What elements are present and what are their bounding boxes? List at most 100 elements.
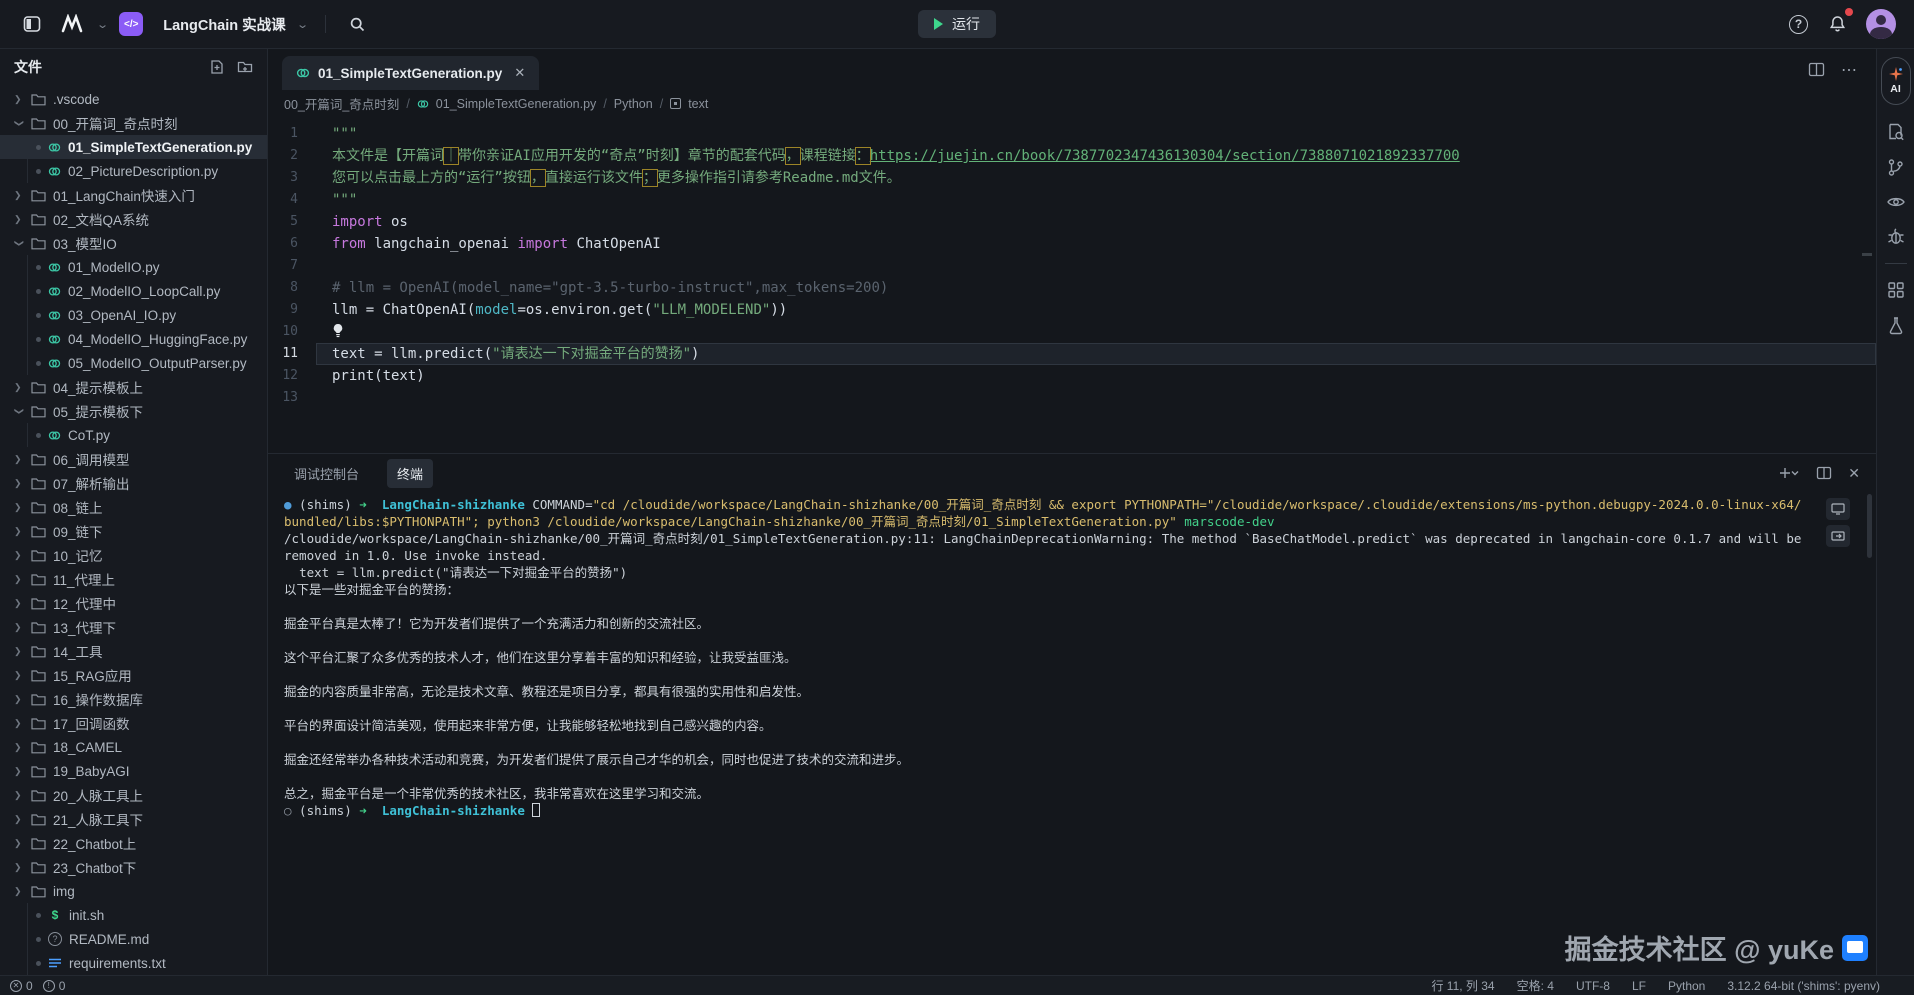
close-icon[interactable]: ✕ <box>514 65 525 81</box>
indent-setting[interactable]: 空格: 4 <box>1517 977 1554 994</box>
chevron-right-icon[interactable]: ❯ <box>14 478 24 489</box>
avatar[interactable] <box>1866 9 1896 39</box>
chevron-right-icon[interactable]: ❯ <box>14 550 24 561</box>
warnings-badge[interactable]: ! 0 <box>43 979 66 993</box>
tree-folder[interactable]: ❯img <box>0 879 267 903</box>
code-line[interactable]: 12print(text) <box>268 365 1876 387</box>
tab-terminal[interactable]: 终端 <box>387 459 433 488</box>
chevron-right-icon[interactable]: ❯ <box>14 670 24 681</box>
search-icon[interactable] <box>344 10 372 38</box>
tree-file[interactable]: 04_ModelIO_HuggingFace.py <box>0 327 267 351</box>
code-line[interactable]: 5import os <box>268 211 1876 233</box>
tree-file[interactable]: requirements.txt <box>0 951 267 975</box>
cursor-position[interactable]: 行 11, 列 34 <box>1431 977 1494 994</box>
tree-folder[interactable]: ❯20_人脉工具上 <box>0 783 267 807</box>
tree-folder[interactable]: ❯03_模型IO <box>0 231 267 255</box>
screen-mode-icon[interactable] <box>1826 498 1850 520</box>
code-line[interactable]: 3您可以点击最上方的“运行”按钮，直接运行该文件；更多操作指引请参考Readme… <box>268 167 1876 189</box>
tree-file[interactable]: 05_ModelIO_OutputParser.py <box>0 351 267 375</box>
code-editor[interactable]: 1"""2本文件是【开篇词｜带你亲证AI应用开发的“奇点”时刻】章节的配套代码，… <box>268 117 1876 453</box>
chevron-right-icon[interactable]: ❯ <box>14 598 24 609</box>
breadcrumb-symbol[interactable]: text <box>688 97 708 111</box>
chevron-right-icon[interactable]: ❯ <box>14 766 24 777</box>
tree-file[interactable]: 01_SimpleTextGeneration.py <box>0 135 267 159</box>
chevron-right-icon[interactable]: ❯ <box>14 718 24 729</box>
python-interpreter[interactable]: 3.12.2 64-bit ('shims': pyenv) <box>1727 979 1880 993</box>
tree-file[interactable]: $init.sh <box>0 903 267 927</box>
chevron-right-icon[interactable]: ❯ <box>14 694 24 705</box>
breadcrumb-folder[interactable]: 00_开篇词_奇点时刻 <box>284 94 399 113</box>
chevron-right-icon[interactable]: ❯ <box>14 574 24 585</box>
chevron-right-icon[interactable]: ❯ <box>14 814 24 825</box>
tree-file[interactable]: 02_PictureDescription.py <box>0 159 267 183</box>
tree-folder[interactable]: ❯10_记忆 <box>0 543 267 567</box>
chevron-right-icon[interactable]: ❯ <box>14 742 24 753</box>
tree-folder[interactable]: ❯.vscode <box>0 87 267 111</box>
terminal-scrollbar[interactable] <box>1867 494 1872 558</box>
chevron-right-icon[interactable]: ❯ <box>14 526 24 537</box>
help-icon[interactable]: ? <box>1789 15 1808 34</box>
ai-assistant-icon[interactable]: AI <box>1881 57 1911 105</box>
chevron-down-icon[interactable]: ⌄ <box>296 18 309 31</box>
chevron-down-icon[interactable]: ❯ <box>14 407 25 417</box>
tree-folder[interactable]: ❯13_代理下 <box>0 615 267 639</box>
eol-setting[interactable]: LF <box>1632 979 1646 993</box>
split-terminal-icon[interactable] <box>1816 466 1832 480</box>
lightbulb-icon[interactable] <box>332 323 344 345</box>
layout-toggle-icon[interactable] <box>18 10 46 38</box>
chevron-right-icon[interactable]: ❯ <box>14 838 24 849</box>
code-line[interactable]: 6from langchain_openai import ChatOpenAI <box>268 233 1876 255</box>
code-line[interactable]: 11text = llm.predict("请表达一下对掘金平台的赞扬") <box>268 343 1876 365</box>
code-line[interactable]: 13 <box>268 387 1876 409</box>
language-mode[interactable]: Python <box>1668 979 1705 993</box>
chevron-right-icon[interactable]: ❯ <box>14 382 24 393</box>
encoding[interactable]: UTF-8 <box>1576 979 1610 993</box>
tree-folder[interactable]: ❯19_BabyAGI <box>0 759 267 783</box>
code-link[interactable]: https://juejin.cn/book/73877023474361303… <box>870 148 1460 164</box>
split-editor-icon[interactable] <box>1808 62 1825 77</box>
preview-eye-icon[interactable] <box>1886 194 1906 210</box>
marscode-logo[interactable] <box>58 10 86 38</box>
chevron-down-icon[interactable]: ❯ <box>14 119 25 129</box>
chevron-right-icon[interactable]: ❯ <box>14 622 24 633</box>
code-line[interactable]: 2本文件是【开篇词｜带你亲证AI应用开发的“奇点”时刻】章节的配套代码，课程链接… <box>268 145 1876 167</box>
chevron-down-icon[interactable]: ❯ <box>14 239 25 249</box>
breadcrumb-language[interactable]: Python <box>614 97 653 111</box>
scrollbar-marker[interactable] <box>1862 253 1872 256</box>
new-file-icon[interactable] <box>209 59 225 75</box>
file-tree[interactable]: ❯.vscode❯00_开篇词_奇点时刻01_SimpleTextGenerat… <box>0 85 267 975</box>
chevron-right-icon[interactable]: ❯ <box>14 646 24 657</box>
errors-badge[interactable]: ✕ 0 <box>10 979 33 993</box>
git-branch-icon[interactable] <box>1886 158 1905 177</box>
tree-folder[interactable]: ❯05_提示模板下 <box>0 399 267 423</box>
chevron-right-icon[interactable]: ❯ <box>14 94 24 105</box>
tree-file[interactable]: 03_OpenAI_IO.py <box>0 303 267 327</box>
test-flask-icon[interactable] <box>1887 316 1905 335</box>
tree-folder[interactable]: ❯06_调用模型 <box>0 447 267 471</box>
tree-folder[interactable]: ❯23_Chatbot下 <box>0 855 267 879</box>
more-actions-icon[interactable]: ⋯ <box>1841 60 1858 80</box>
tree-folder[interactable]: ❯02_文档QA系统 <box>0 207 267 231</box>
close-panel-icon[interactable]: ✕ <box>1848 465 1860 482</box>
terminal-output[interactable]: ● (shims) ➜ LangChain-shizhanke COMMAND=… <box>268 492 1876 975</box>
debug-bug-icon[interactable] <box>1887 227 1905 246</box>
tree-folder[interactable]: ❯18_CAMEL <box>0 735 267 759</box>
chevron-down-icon[interactable]: ⌄ <box>96 18 109 31</box>
tree-folder[interactable]: ❯01_LangChain快速入门 <box>0 183 267 207</box>
new-terminal-icon[interactable] <box>1778 466 1800 480</box>
editor-tab[interactable]: 01_SimpleTextGeneration.py ✕ <box>282 56 539 90</box>
tree-file[interactable]: 01_ModelIO.py <box>0 255 267 279</box>
chevron-right-icon[interactable]: ❯ <box>14 502 24 513</box>
notifications-bell-icon[interactable] <box>1823 10 1851 38</box>
code-line[interactable]: 1""" <box>268 123 1876 145</box>
tree-folder[interactable]: ❯16_操作数据库 <box>0 687 267 711</box>
tree-folder[interactable]: ❯04_提示模板上 <box>0 375 267 399</box>
code-line[interactable]: 10 <box>268 321 1876 343</box>
breadcrumb-file[interactable]: 01_SimpleTextGeneration.py <box>436 97 597 111</box>
tree-folder[interactable]: ❯12_代理中 <box>0 591 267 615</box>
chevron-right-icon[interactable]: ❯ <box>14 214 24 225</box>
tree-folder[interactable]: ❯17_回调函数 <box>0 711 267 735</box>
chevron-right-icon[interactable]: ❯ <box>14 886 24 897</box>
tree-file[interactable]: CoT.py <box>0 423 267 447</box>
tree-folder[interactable]: ❯11_代理上 <box>0 567 267 591</box>
